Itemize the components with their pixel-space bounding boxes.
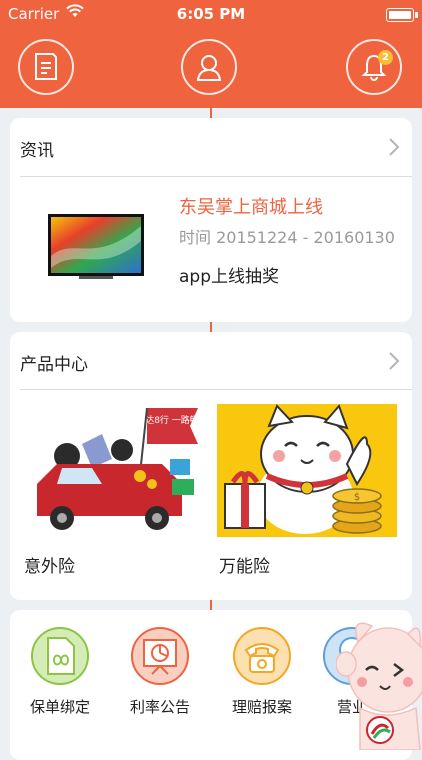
product-label[interactable]: 万能险: [219, 552, 270, 577]
accident-insurance-image[interactable]: 励达8行 一路畅通: [22, 404, 202, 537]
service-label: 保单绑定: [29, 698, 90, 716]
timeline-spine: [210, 322, 212, 332]
timeline-spine: [210, 600, 212, 610]
product-section-title: 产品中心: [20, 355, 88, 375]
product-label[interactable]: 意外险: [24, 552, 75, 577]
document-button[interactable]: [18, 39, 74, 95]
coin-symbol: $: [354, 492, 360, 503]
phone-icon: [233, 627, 291, 685]
news-item-title[interactable]: 东吴掌上商城上线: [179, 193, 323, 219]
document-icon: [35, 53, 57, 80]
service-label: 利率公告: [129, 698, 190, 716]
chevron-right-icon[interactable]: [388, 351, 400, 371]
policy-binding-button[interactable]: 保单绑定: [20, 626, 100, 726]
top-header: Carrier 6:05 PM 2: [0, 0, 422, 108]
product-center-card: 产品中心 励达8行 一路畅通 意外险 $ 万能险: [10, 332, 412, 600]
news-item-subtitle: app上线抽奖: [179, 267, 279, 287]
news-section-title: 资讯: [20, 141, 54, 161]
mascot-assistant-icon[interactable]: [336, 612, 422, 750]
status-time: 6:05 PM: [176, 5, 246, 23]
rate-announcement-button[interactable]: 利率公告: [120, 626, 200, 726]
divider: [20, 176, 412, 177]
news-item-date: 时间 20151224 - 20160130: [179, 228, 395, 247]
user-icon: [196, 55, 222, 81]
policy-binding-icon: [31, 627, 89, 685]
profile-button[interactable]: [181, 39, 237, 95]
battery-icon: [386, 8, 418, 22]
status-bar: Carrier 6:05 PM: [0, 0, 422, 30]
tv-image: [48, 214, 144, 279]
claim-report-button[interactable]: 理赔报案: [222, 626, 302, 726]
notification-button[interactable]: 2: [346, 39, 402, 95]
news-card[interactable]: 资讯 东吴掌上商城上线 时间 20151224 - 20160130 app上线…: [10, 118, 412, 322]
timeline-spine: [210, 108, 212, 118]
chevron-right-icon[interactable]: [388, 137, 400, 157]
rate-announcement-icon: [131, 627, 189, 685]
divider: [20, 389, 412, 390]
notification-badge: 2: [378, 50, 393, 65]
universal-insurance-image[interactable]: $: [217, 404, 397, 537]
service-label: 理赔报案: [231, 698, 292, 716]
